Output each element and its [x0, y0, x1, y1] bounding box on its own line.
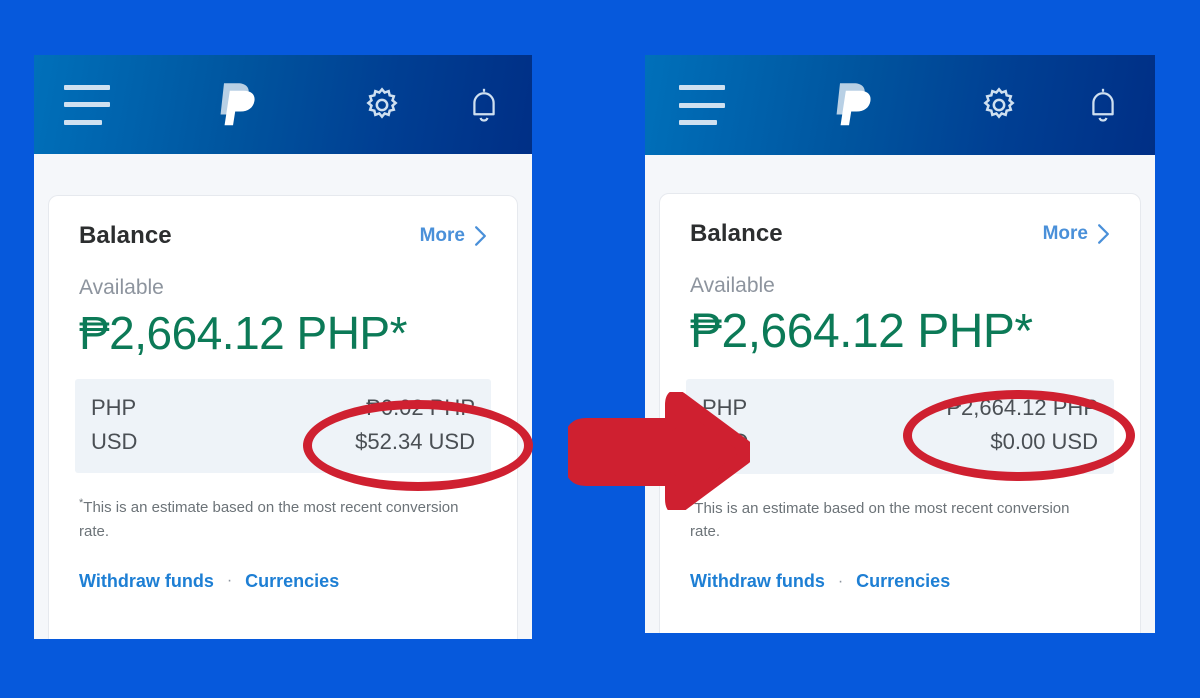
paypal-logo-icon — [836, 83, 871, 126]
available-amount: ₱2,664.12 PHP* — [79, 307, 408, 359]
withdraw-funds-link[interactable]: Withdraw funds — [690, 571, 825, 592]
link-separator: · — [226, 572, 233, 590]
link-separator: · — [837, 572, 844, 590]
currencies-link[interactable]: Currencies — [245, 571, 339, 592]
menu-button[interactable] — [679, 85, 725, 125]
more-link[interactable]: More — [420, 225, 487, 247]
app-header-bar — [645, 55, 1155, 155]
page-title: Balance — [690, 220, 783, 247]
paypal-logo-icon — [220, 82, 255, 125]
currency-breakdown-list: PHP ₱2,664.12 PHP USD $0.00 USD — [686, 379, 1114, 474]
more-link-label: More — [1042, 223, 1088, 244]
chevron-right-icon — [475, 226, 486, 246]
hamburger-menu-icon[interactable] — [679, 85, 725, 125]
currency-row: PHP ₱2,664.12 PHP — [702, 391, 1098, 425]
currency-value: ₱2,664.12 PHP — [946, 395, 1098, 421]
more-link-label: More — [419, 225, 465, 246]
balance-card-header: Balance More — [690, 220, 1110, 248]
app-header-bar — [34, 55, 532, 154]
card-footer-links: Withdraw funds · Currencies — [690, 571, 1110, 592]
available-label: Available — [79, 276, 164, 299]
header-actions — [979, 85, 1121, 125]
bell-icon[interactable] — [466, 85, 502, 125]
hamburger-menu-icon[interactable] — [64, 84, 110, 125]
screenshot-stage: Balance More Available ₱2,664.12 PHP* PH… — [0, 0, 1200, 698]
more-link[interactable]: More — [1043, 223, 1110, 245]
currency-row: USD $0.00 USD — [702, 425, 1098, 459]
gear-icon[interactable] — [362, 85, 402, 125]
available-amount: ₱2,664.12 PHP* — [690, 305, 1033, 358]
logo-area — [110, 81, 362, 129]
chevron-right-icon — [1098, 224, 1109, 244]
currency-value: ₱0.02 PHP — [366, 395, 475, 421]
estimate-footnote: *This is an estimate based on the most r… — [690, 496, 1090, 544]
currency-row: PHP ₱0.02 PHP — [91, 391, 475, 425]
logo-area — [725, 81, 979, 129]
currencies-link[interactable]: Currencies — [856, 571, 950, 592]
currency-value: $52.34 USD — [355, 429, 475, 455]
bell-icon[interactable] — [1085, 85, 1121, 125]
currency-value: $0.00 USD — [990, 429, 1098, 455]
balance-card: Balance More Available ₱2,664.12 PHP* PH… — [48, 195, 518, 639]
footnote-text: This is an estimate based on the most re… — [79, 499, 459, 540]
paypal-screen-before: Balance More Available ₱2,664.12 PHP* PH… — [34, 55, 532, 639]
header-actions — [362, 85, 502, 125]
withdraw-funds-link[interactable]: Withdraw funds — [79, 571, 214, 592]
card-footer-links: Withdraw funds · Currencies — [79, 571, 487, 592]
gear-icon[interactable] — [979, 85, 1019, 125]
currency-code: USD — [91, 429, 138, 455]
balance-card-header: Balance More — [79, 222, 487, 250]
currency-breakdown-list: PHP ₱0.02 PHP USD $52.34 USD — [75, 379, 491, 474]
available-label: Available — [690, 274, 775, 297]
red-right-arrow-icon — [568, 392, 750, 510]
page-title: Balance — [79, 222, 172, 249]
currency-row: USD $52.34 USD — [91, 425, 475, 459]
paypal-screen-after: Balance More Available ₱2,664.12 PHP* PH… — [645, 55, 1155, 633]
estimate-footnote: *This is an estimate based on the most r… — [79, 495, 479, 543]
currency-code: PHP — [91, 395, 137, 421]
menu-button[interactable] — [64, 84, 110, 125]
